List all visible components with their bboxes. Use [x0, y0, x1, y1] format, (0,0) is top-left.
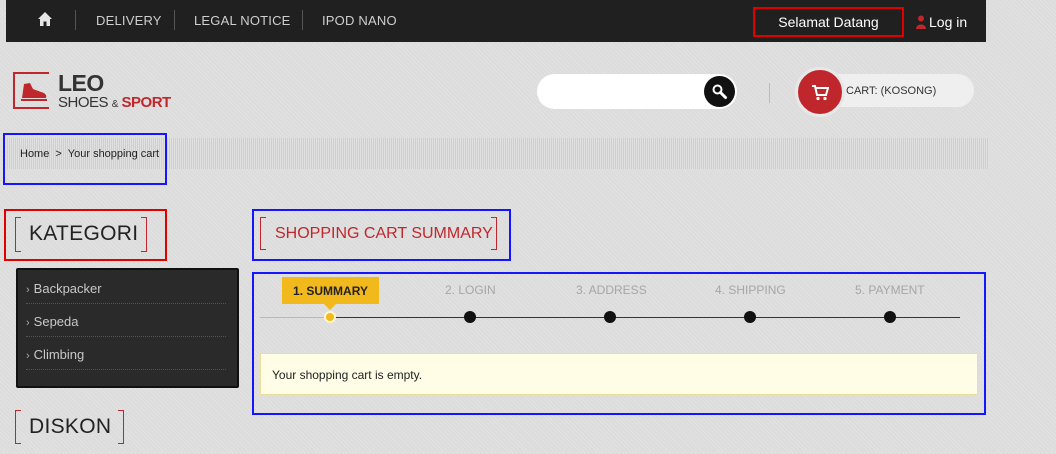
top-navigation-bar: DELIVERY LEGAL NOTICE IPOD NANO Selamat … — [6, 0, 986, 42]
chevron-right-icon: › — [26, 317, 30, 329]
category-item-label: Backpacker — [33, 281, 102, 296]
site-logo[interactable]: LEO SHOES & SPORT — [13, 70, 178, 112]
logo-text-sport: SPORT — [121, 94, 172, 111]
nav-link-ipod-nano[interactable]: IPOD NANO — [322, 13, 397, 28]
logo-text-leo: LEO — [58, 70, 104, 96]
shopping-cart-icon — [812, 85, 829, 101]
cart-label: CART: (KOSONG) — [846, 85, 937, 97]
breadcrumb: Home > Your shopping cart — [20, 148, 159, 160]
breadcrumb-current: Your shopping cart — [67, 148, 160, 160]
step-dot-login — [464, 311, 476, 323]
nav-divider — [302, 10, 303, 30]
search-icon — [712, 84, 727, 99]
login-label: Log in — [929, 14, 968, 30]
nav-link-legal-notice[interactable]: LEGAL NOTICE — [194, 13, 291, 28]
empty-cart-message: Your shopping cart is empty. — [260, 353, 978, 395]
category-item-label: Sepeda — [33, 314, 79, 329]
login-link[interactable]: Log in — [916, 14, 967, 30]
logo-text-shoes: SHOES — [58, 94, 109, 111]
step-summary: 1. SUMMARY — [282, 277, 379, 310]
category-item-label: Climbing — [33, 347, 85, 362]
shoe-icon — [21, 83, 47, 101]
logo-tagline: SHOES & SPORT — [58, 94, 171, 111]
step-payment: 5. PAYMENT — [855, 283, 925, 297]
step-dot-shipping — [744, 311, 756, 323]
chevron-right-icon: › — [26, 350, 30, 362]
breadcrumb-home-link[interactable]: Home — [20, 148, 49, 160]
header-divider — [769, 83, 770, 103]
category-list: › Backpacker › Sepeda › Climbing — [16, 268, 239, 388]
step-address: 3. ADDRESS — [576, 283, 647, 297]
step-login: 2. LOGIN — [445, 283, 496, 297]
progress-line — [330, 317, 960, 318]
user-icon — [916, 15, 926, 29]
category-item-sepeda[interactable]: › Sepeda — [26, 305, 226, 337]
step-dot-summary — [324, 311, 336, 323]
discount-title: DISKON — [29, 415, 112, 438]
progress-line-completed — [260, 317, 330, 318]
chevron-right-icon: › — [26, 284, 30, 296]
step-dot-payment — [884, 311, 896, 323]
page-title: SHOPPING CART SUMMARY — [275, 225, 493, 242]
home-icon[interactable] — [37, 11, 53, 27]
search-input[interactable] — [537, 74, 737, 109]
nav-divider — [75, 10, 76, 30]
category-title: KATEGORI — [29, 222, 139, 245]
category-item-climbing[interactable]: › Climbing — [26, 338, 226, 370]
nav-link-delivery[interactable]: DELIVERY — [96, 13, 162, 28]
logo-text-amp: & — [111, 99, 119, 110]
category-item-backpacker[interactable]: › Backpacker — [26, 272, 226, 304]
step-shipping: 4. SHIPPING — [715, 283, 786, 297]
nav-divider — [174, 10, 175, 30]
breadcrumb-separator: > — [55, 148, 62, 160]
welcome-message: Selamat Datang — [753, 7, 904, 37]
search-button[interactable] — [704, 76, 735, 107]
cart-icon-button[interactable] — [795, 67, 845, 117]
step-dot-address — [604, 311, 616, 323]
